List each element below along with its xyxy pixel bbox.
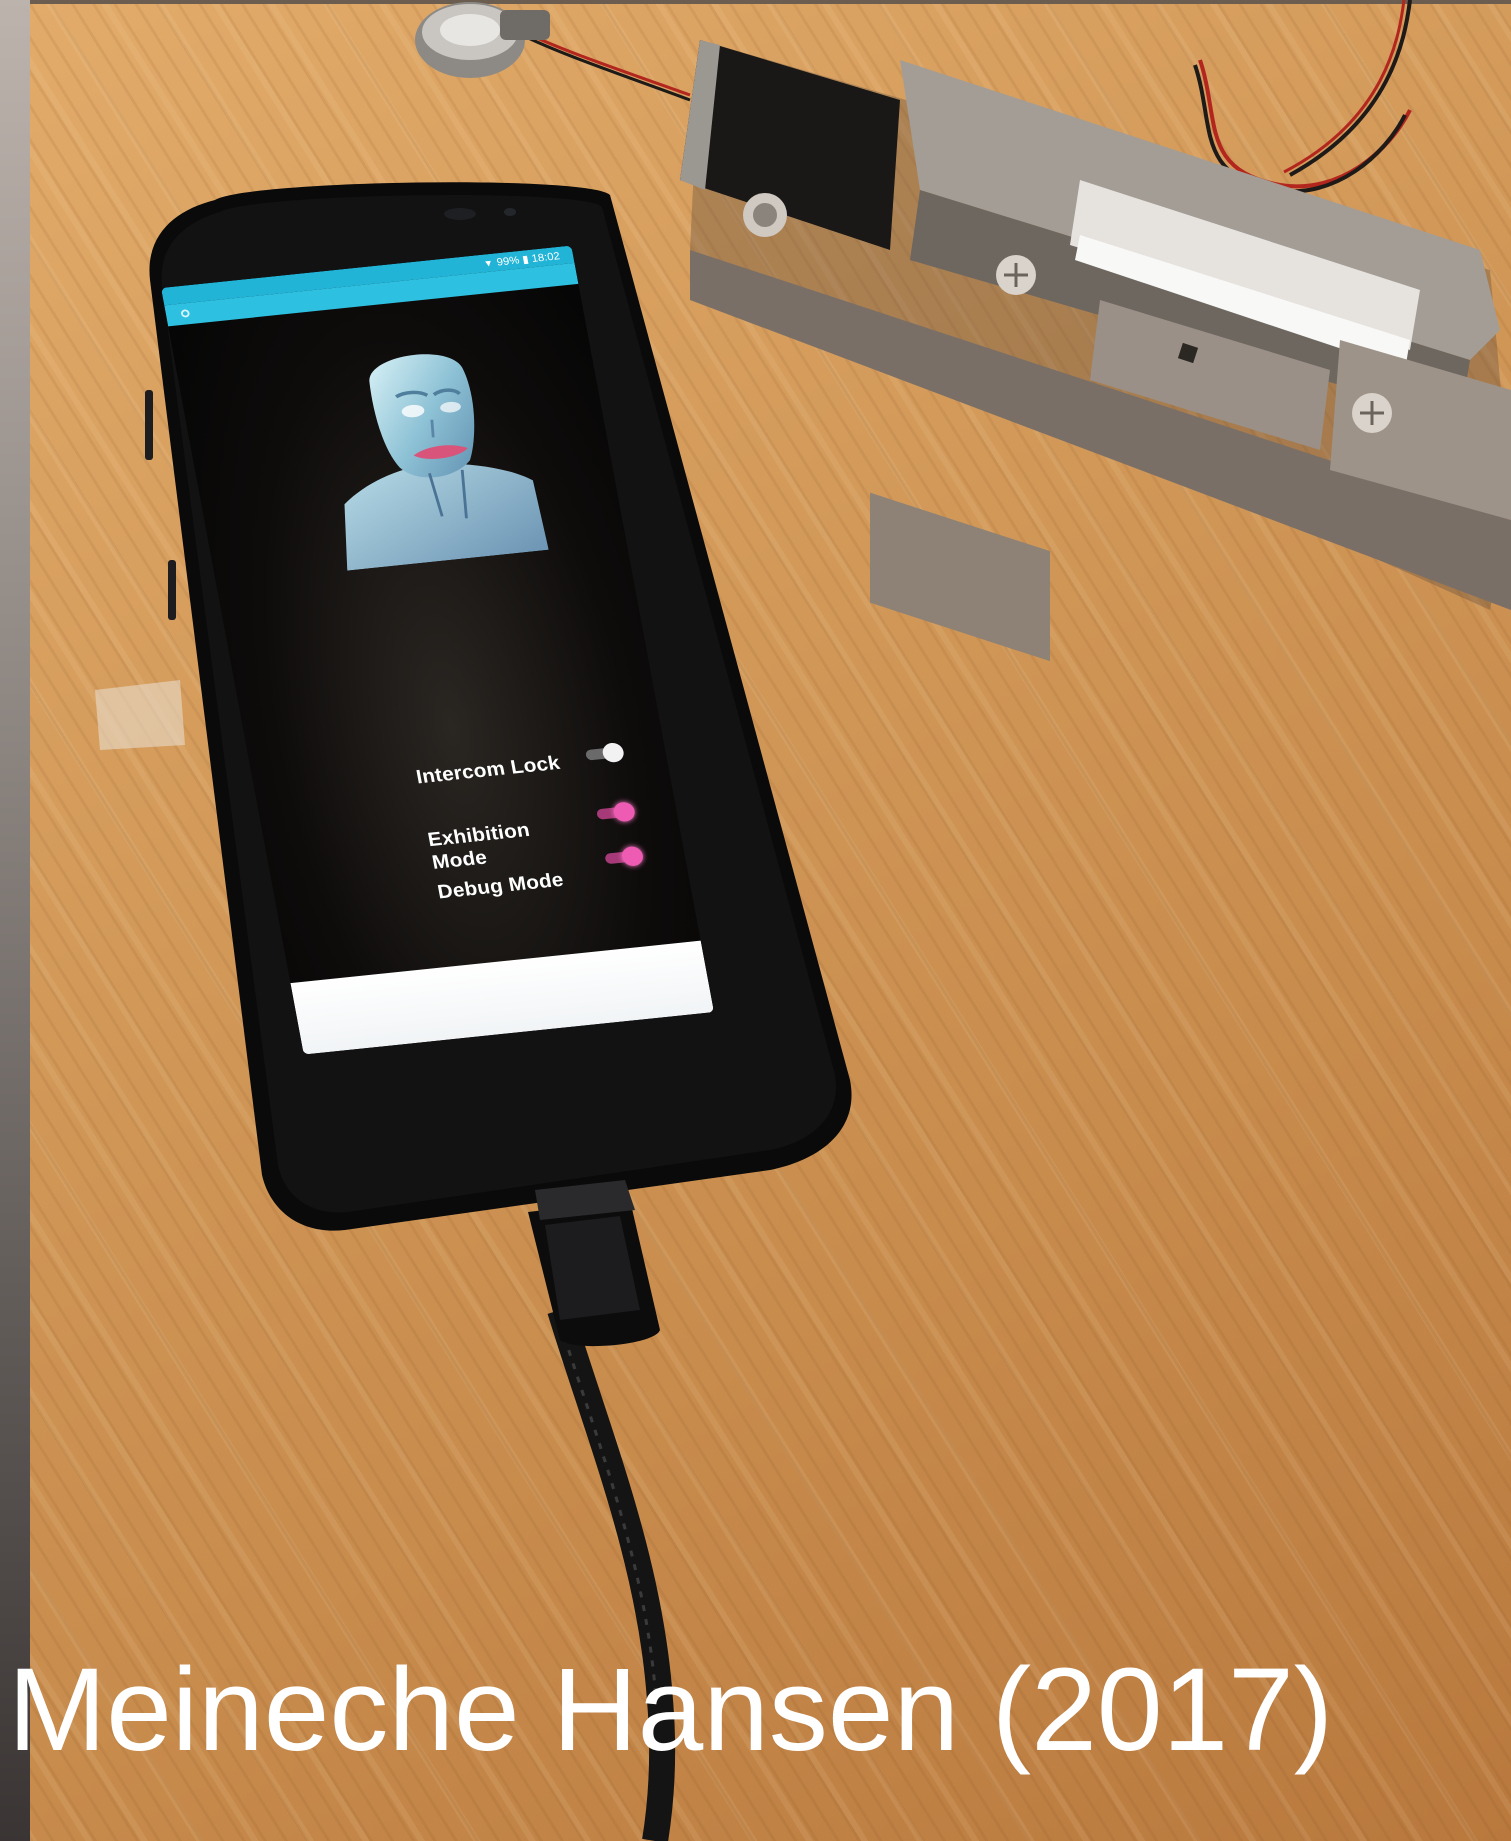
wifi-icon: ▾ bbox=[484, 256, 493, 270]
setting-label-intercom-lock: Intercom Lock bbox=[414, 751, 562, 788]
exhibition-mode-toggle[interactable] bbox=[592, 801, 637, 824]
push-button bbox=[415, 2, 550, 78]
photo-scene: ▾ 99% ▮ 18:02 Intercom Lock Exhibition M… bbox=[0, 0, 1511, 1841]
toggle-thumb bbox=[612, 801, 637, 823]
caption-text: Meineche Hansen (2017) bbox=[8, 1644, 1334, 1776]
face-image bbox=[344, 354, 549, 571]
intercom-lock-toggle[interactable] bbox=[580, 741, 626, 765]
scene-objects bbox=[95, 0, 1511, 1841]
setting-label-exhibition-mode: Exhibition Mode bbox=[425, 818, 532, 874]
tape-piece bbox=[95, 680, 185, 750]
wire-top-right bbox=[1289, 0, 1412, 177]
toggle-thumb bbox=[620, 845, 645, 867]
app-icon bbox=[180, 309, 191, 318]
wire-black-left bbox=[519, 32, 691, 102]
toggle-thumb bbox=[601, 741, 626, 764]
debug-mode-toggle[interactable] bbox=[600, 845, 645, 869]
setting-label-debug-mode: Debug Mode bbox=[435, 868, 566, 903]
door-strike-lock bbox=[680, 40, 1511, 662]
